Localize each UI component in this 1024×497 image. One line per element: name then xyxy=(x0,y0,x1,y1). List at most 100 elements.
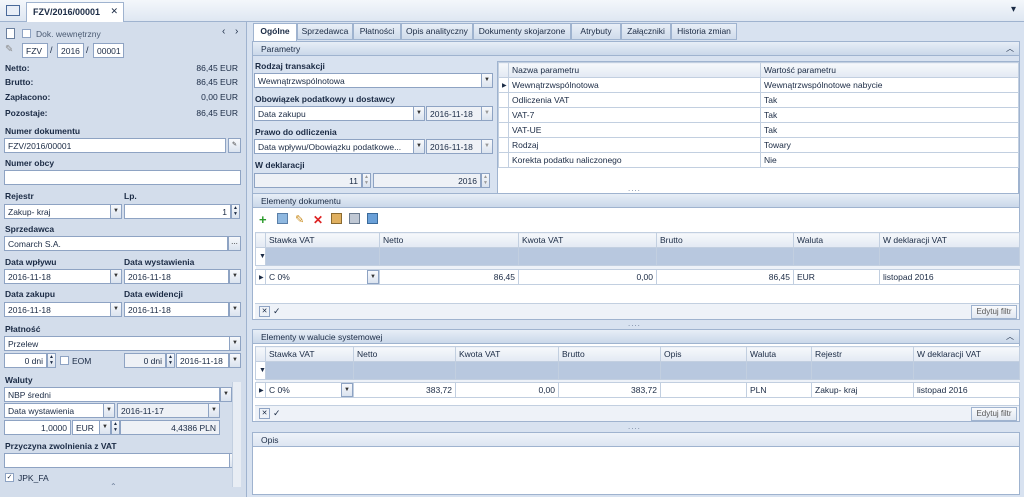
chevron-down-icon[interactable]: ▼ xyxy=(103,403,115,418)
description-cell[interactable] xyxy=(660,382,747,398)
chevron-down-icon[interactable]: ▾ xyxy=(1011,4,1016,15)
payment-days-stepper[interactable]: ▲ ▼ xyxy=(47,353,56,368)
declaration-cell[interactable]: listopad 2016 xyxy=(879,269,1020,285)
chevron-down-icon[interactable]: ▼ xyxy=(110,302,122,317)
table-row[interactable]: ▶ C 0% ▼ 383,72 0,00 383,72 PLN Zakup- kraj list… xyxy=(255,382,1020,398)
column-header[interactable]: Netto xyxy=(353,346,456,362)
register-select[interactable]: Zakup- kraj xyxy=(4,204,111,219)
tab-dokumenty-skojarzone[interactable]: Dokumenty skojarzone xyxy=(473,23,571,40)
parameter-value-header[interactable]: Wartość parametru xyxy=(760,62,1019,78)
table-row[interactable]: Korekta podatku naliczonego Nie xyxy=(498,152,1019,168)
table-row[interactable]: Rodzaj Towary xyxy=(498,137,1019,153)
chevron-up-icon[interactable]: ︿ xyxy=(1006,43,1014,54)
declaration-month-field[interactable]: 11 xyxy=(254,173,362,188)
paste-icon[interactable] xyxy=(349,213,360,224)
deduction-right-select[interactable]: Data wpływu/Obowiązku podatkowe... xyxy=(254,139,414,154)
column-header[interactable]: Opis xyxy=(660,346,747,362)
chevron-down-icon[interactable]: ▼ xyxy=(229,353,241,368)
due-days-field[interactable]: 0 dni xyxy=(124,353,166,368)
filter-row[interactable]: ▼ xyxy=(255,247,1020,266)
copy-icon[interactable] xyxy=(331,213,342,224)
declaration-month-stepper[interactable]: ▲ ▼ xyxy=(362,173,371,188)
seller-picker-button[interactable]: ... xyxy=(228,236,241,251)
rate-date-type-select[interactable]: Data wystawienia xyxy=(4,403,104,418)
chevron-down-icon[interactable]: ▼ xyxy=(99,420,111,435)
gross-cell[interactable]: 383,72 xyxy=(558,382,661,398)
clear-filter-icon[interactable]: ✕ xyxy=(259,408,270,419)
tab-zalaczniki[interactable]: Załączniki xyxy=(621,23,671,40)
document-number-field[interactable]: FZV/2016/00001 xyxy=(4,138,226,153)
lp-field[interactable]: 1 xyxy=(124,204,231,219)
document-items-header[interactable]: Elementy dokumentu xyxy=(253,194,1019,208)
column-header[interactable]: Waluta xyxy=(746,346,812,362)
column-header[interactable]: W deklaracji VAT xyxy=(913,346,1020,362)
edit-number-icon[interactable]: ✎ xyxy=(228,138,241,153)
left-scrollbar[interactable] xyxy=(232,382,241,487)
issue-date-field[interactable]: 2016-11-18 xyxy=(124,269,229,284)
close-icon[interactable]: ✕ xyxy=(110,6,118,17)
register-cell[interactable]: Zakup- kraj xyxy=(811,382,914,398)
chevron-up-icon[interactable]: ︿ xyxy=(1006,331,1014,342)
column-header[interactable]: W deklaracji VAT xyxy=(879,232,1020,248)
column-header[interactable]: Rejestr xyxy=(811,346,914,362)
chevron-down-icon[interactable]: ▼ xyxy=(229,336,241,351)
chevron-down-icon[interactable]: ▼ xyxy=(208,403,220,418)
table-row[interactable]: ▶ Wewnątrzwspólnotowa Wewnątrzwspólnotowe … xyxy=(498,77,1019,93)
tab-opis-analityczny[interactable]: Opis analityczny xyxy=(401,23,473,40)
tab-sprzedawca[interactable]: Sprzedawca xyxy=(297,23,353,40)
chevron-down-icon[interactable]: ▼ xyxy=(229,269,241,284)
payment-method-select[interactable]: Przelew xyxy=(4,336,230,351)
currency-cell[interactable]: PLN xyxy=(746,382,812,398)
net-cell[interactable]: 86,45 xyxy=(379,269,519,285)
splitter-handle[interactable]: .... xyxy=(628,184,641,193)
gross-cell[interactable]: 86,45 xyxy=(656,269,794,285)
vat-amount-cell[interactable]: 0,00 xyxy=(518,269,657,285)
filter-active-icon[interactable]: ✓ xyxy=(273,306,281,317)
splitter-handle[interactable]: .... xyxy=(628,319,641,328)
vat-rate-cell[interactable]: C 0% ▼ xyxy=(265,382,354,398)
deduction-right-date[interactable]: 2016-11-18 xyxy=(426,139,484,154)
chevron-down-icon[interactable]: ▼ xyxy=(341,383,353,397)
chevron-down-icon[interactable]: ▼ xyxy=(481,106,493,121)
vat-exemption-select[interactable] xyxy=(4,453,230,468)
column-header[interactable]: Stawka VAT xyxy=(265,232,380,248)
chevron-down-icon[interactable]: ▼ xyxy=(229,302,241,317)
chevron-down-icon[interactable]: ▼ xyxy=(413,139,425,154)
record-date-field[interactable]: 2016-11-18 xyxy=(124,302,229,317)
purchase-date-field[interactable]: 2016-11-18 xyxy=(4,302,111,317)
parameters-header[interactable]: Parametry ︿ xyxy=(253,42,1019,56)
description-textarea[interactable] xyxy=(255,450,1017,493)
edit-filter-button[interactable]: Edytuj filtr xyxy=(971,305,1017,319)
exchange-rate-type-select[interactable]: NBP średni xyxy=(4,387,220,402)
tab-historia-zmian[interactable]: Historia zmian xyxy=(671,23,737,40)
column-header[interactable]: Brutto xyxy=(558,346,661,362)
filter-row[interactable]: ▼ xyxy=(255,361,1020,380)
column-header[interactable]: Brutto xyxy=(656,232,794,248)
jpk-fa-checkbox[interactable]: ✓ xyxy=(5,473,14,482)
chevron-down-icon[interactable]: ▼ xyxy=(413,106,425,121)
table-icon[interactable] xyxy=(367,213,378,224)
table-row[interactable]: Odliczenia VAT Tak xyxy=(498,92,1019,108)
doc-number-field[interactable]: 00001 xyxy=(93,43,124,58)
table-row[interactable]: ▶ C 0% ▼ 86,45 0,00 86,45 EUR listopad 2016 xyxy=(255,269,1020,285)
rate-currency-select[interactable]: EUR xyxy=(72,420,100,435)
splitter-handle[interactable]: .... xyxy=(628,422,641,431)
add-icon[interactable]: + xyxy=(259,212,270,227)
internal-doc-checkbox[interactable] xyxy=(22,29,31,38)
parameter-name-header[interactable]: Nazwa parametru xyxy=(508,62,761,78)
tab-platnosci[interactable]: Płatności xyxy=(353,23,401,40)
eom-checkbox[interactable] xyxy=(60,356,69,365)
chevron-left-icon[interactable]: ‹ xyxy=(222,26,225,37)
column-header[interactable]: Waluta xyxy=(793,232,880,248)
delete-icon[interactable]: ✕ xyxy=(313,213,324,227)
add-from-list-icon[interactable] xyxy=(277,213,288,224)
doc-prefix-field[interactable]: FZV xyxy=(22,43,48,58)
edit-filter-button[interactable]: Edytuj filtr xyxy=(971,407,1017,421)
collapse-icon[interactable]: ⌃ xyxy=(110,482,118,491)
chevron-down-icon[interactable]: ▼ xyxy=(367,270,379,284)
tab-atrybuty[interactable]: Atrybuty xyxy=(571,23,621,40)
table-row[interactable]: VAT-7 Tak xyxy=(498,107,1019,123)
chevron-right-icon[interactable]: › xyxy=(235,26,238,37)
chevron-down-icon[interactable]: ▼ xyxy=(220,387,232,402)
chevron-down-icon[interactable]: ▼ xyxy=(110,204,122,219)
